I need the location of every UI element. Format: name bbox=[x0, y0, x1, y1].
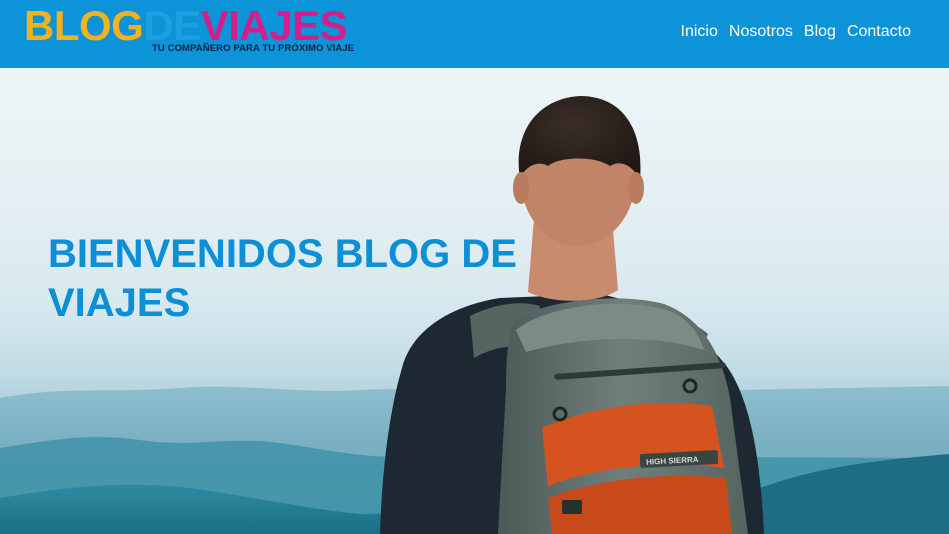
main-nav: Inicio Nosotros Blog Contacto bbox=[681, 22, 911, 42]
logo-tagline: TU COMPAÑERO PARA TU PRÓXIMO VIAJE bbox=[152, 43, 355, 54]
hero-title: BIENVENIDOS BLOG DE VIAJES bbox=[48, 232, 517, 325]
nav-link-contacto[interactable]: Contacto bbox=[847, 22, 911, 42]
hero-banner: HIGH SIERRA BIENVENIDOS BLOG DE VIAJES bbox=[0, 68, 949, 534]
logo-word-viajes: VIAJES bbox=[200, 2, 348, 49]
site-header: BLOGDEVIAJES TU COMPAÑERO PARA TU PRÓXIM… bbox=[0, 0, 949, 68]
buckle bbox=[562, 500, 582, 514]
ear-right bbox=[628, 172, 644, 204]
ear-left bbox=[513, 172, 529, 204]
logo-word-de: DE bbox=[143, 2, 201, 49]
site-logo[interactable]: BLOGDEVIAJES TU COMPAÑERO PARA TU PRÓXIM… bbox=[24, 4, 370, 60]
logo-word-blog: BLOG bbox=[24, 2, 144, 49]
nav-link-inicio[interactable]: Inicio bbox=[681, 22, 718, 42]
nav-link-nosotros[interactable]: Nosotros bbox=[729, 22, 793, 42]
nav-link-blog[interactable]: Blog bbox=[804, 22, 836, 42]
logo-wordmark: BLOGDEVIAJES bbox=[24, 2, 348, 49]
